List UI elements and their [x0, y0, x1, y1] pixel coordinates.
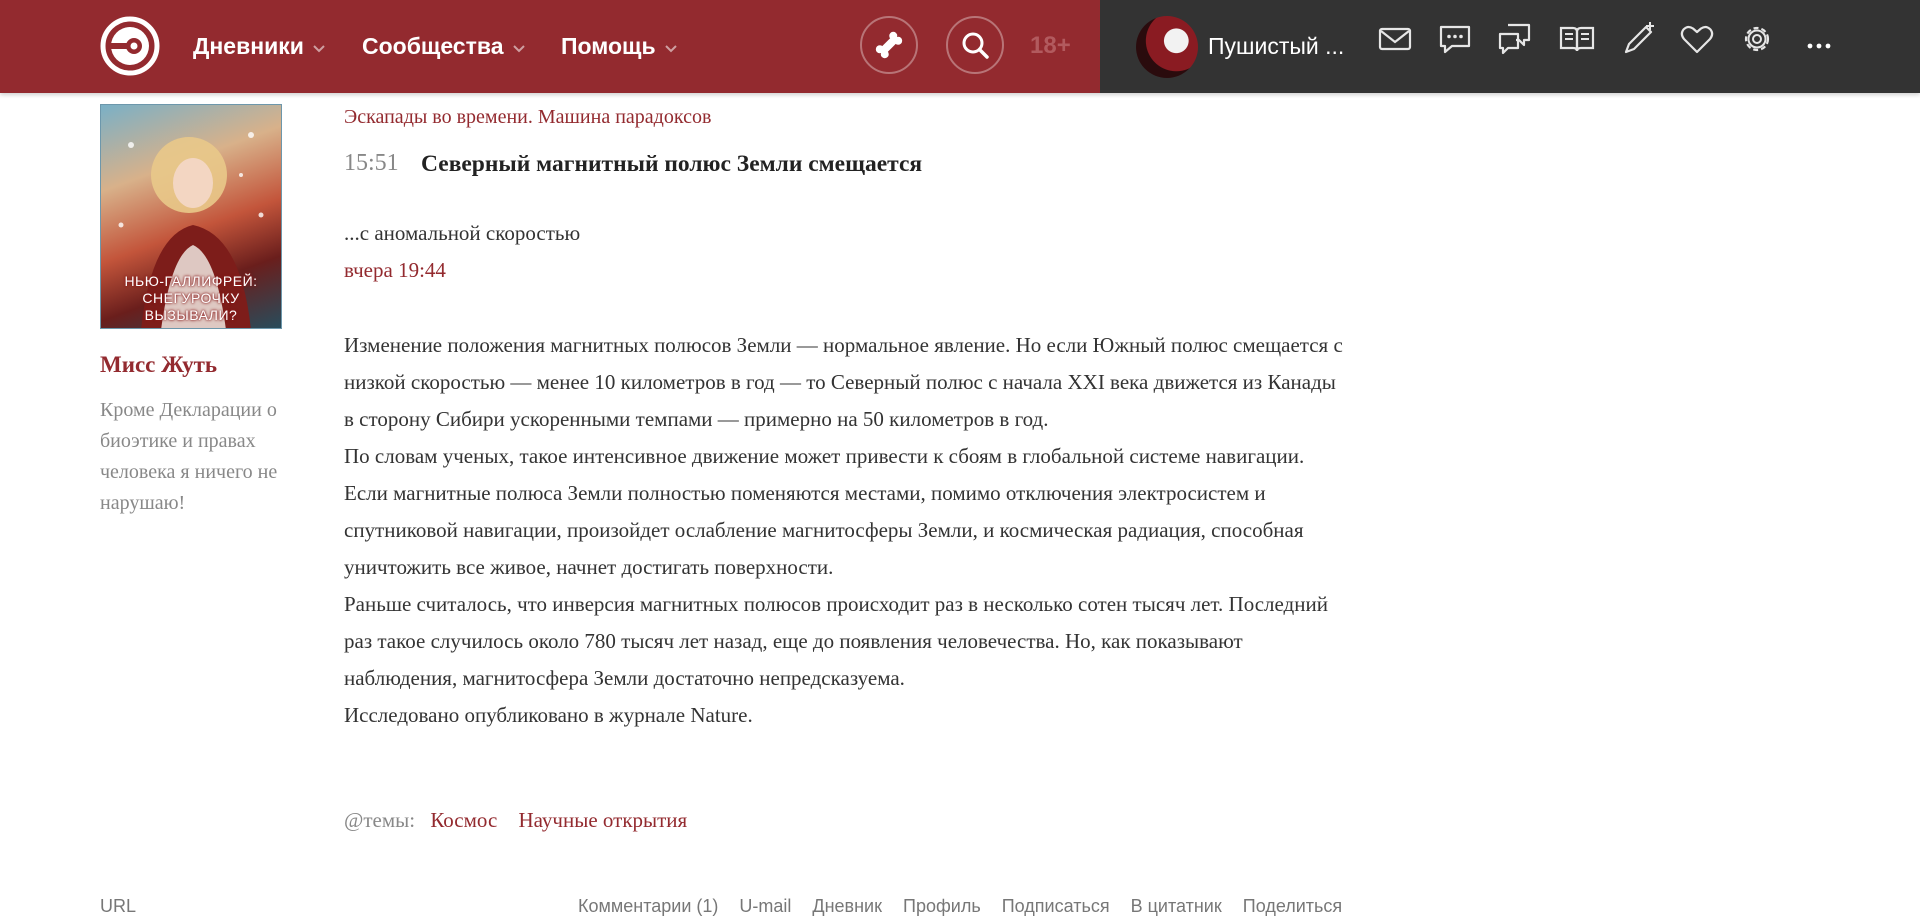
user-name[interactable]: Пушистый ...: [1208, 30, 1344, 62]
chevron-down-icon: [512, 45, 525, 53]
post-paragraph: Раньше считалось, что инверсия магнитных…: [344, 592, 1328, 690]
mail-icon[interactable]: [1376, 20, 1414, 58]
profile-link[interactable]: Профиль: [903, 896, 981, 916]
settings-icon[interactable]: [1738, 20, 1776, 58]
post-paragraph: По словам ученых, такое интенсивное движ…: [344, 444, 1305, 579]
diary-link[interactable]: Дневник: [812, 896, 882, 916]
comments-link[interactable]: Комментарии (1): [578, 896, 718, 916]
chevron-down-icon: [313, 45, 325, 53]
brand-nav-area: Дневники Сообщества Помощь 18+: [0, 0, 1100, 93]
share-link[interactable]: Поделиться: [1243, 896, 1342, 916]
nav-help[interactable]: Помощь: [561, 30, 679, 62]
discussions-icon[interactable]: [1496, 20, 1534, 58]
tags-label: @темы:: [344, 808, 416, 832]
new-post-icon[interactable]: [1620, 20, 1658, 58]
post-tags: @темы: Космос Научные открытия: [344, 808, 703, 833]
nav-diaries[interactable]: Дневники: [193, 30, 327, 62]
post-body: Изменение положения магнитных полюсов Зе…: [344, 327, 1349, 734]
more-icon[interactable]: [1800, 20, 1838, 58]
nav-diaries-label: Дневники: [193, 33, 304, 59]
post-title: Северный магнитный полюс Земли смещается: [421, 151, 923, 177]
age-rating-badge[interactable]: 18+: [1030, 30, 1071, 62]
tag-link[interactable]: Научные открытия: [519, 808, 688, 832]
favorites-icon[interactable]: [1678, 20, 1716, 58]
journal-link[interactable]: Эскапады во времени. Машина парадоксов: [344, 106, 711, 129]
nav-communities[interactable]: Сообщества: [362, 30, 527, 62]
post-subtitle: ...с аномальной скоростью: [344, 221, 581, 245]
umail-link[interactable]: U-mail: [739, 896, 791, 916]
author-bio: Кроме Декларации о биоэтике и правах чел…: [100, 399, 278, 514]
post-paragraph: Исследовано опубликовано в журнале Natur…: [344, 703, 753, 727]
post-time: 15:51: [344, 150, 399, 176]
nav-help-label: Помощь: [561, 33, 656, 59]
author-avatar[interactable]: НЬЮ-ГАЛЛИФРЕЙ: СНЕГУРОЧКУ ВЫЗЫВАЛИ?: [100, 104, 282, 329]
user-avatar[interactable]: [1136, 16, 1198, 78]
random-bone-button[interactable]: [860, 16, 918, 74]
author-name-link[interactable]: Мисс Жуть: [100, 352, 217, 378]
search-icon: [962, 32, 989, 59]
book-icon[interactable]: [1558, 20, 1596, 58]
subscribe-link[interactable]: Подписаться: [1002, 896, 1110, 916]
chevron-down-icon: [664, 45, 677, 53]
post-url-link[interactable]: URL: [100, 896, 136, 917]
quote-link[interactable]: В цитатник: [1131, 896, 1222, 916]
site-logo-icon[interactable]: [100, 16, 160, 76]
tag-link[interactable]: Космос: [430, 808, 497, 832]
chat-icon[interactable]: [1436, 20, 1474, 58]
search-button[interactable]: [946, 16, 1004, 74]
top-navigation-bar: Дневники Сообщества Помощь 18+ Пушистый …: [0, 0, 1920, 93]
nav-communities-label: Сообщества: [362, 33, 504, 59]
post-date-link[interactable]: вчера 19:44: [344, 258, 446, 283]
bone-icon: [875, 31, 903, 59]
avatar-caption: НЬЮ-ГАЛЛИФРЕЙ: СНЕГУРОЧКУ ВЫЗЫВАЛИ?: [124, 273, 258, 323]
post-actions: Комментарии (1) U-mail Дневник Профиль П…: [578, 896, 1358, 917]
post-paragraph: Изменение положения магнитных полюсов Зе…: [344, 333, 1343, 431]
